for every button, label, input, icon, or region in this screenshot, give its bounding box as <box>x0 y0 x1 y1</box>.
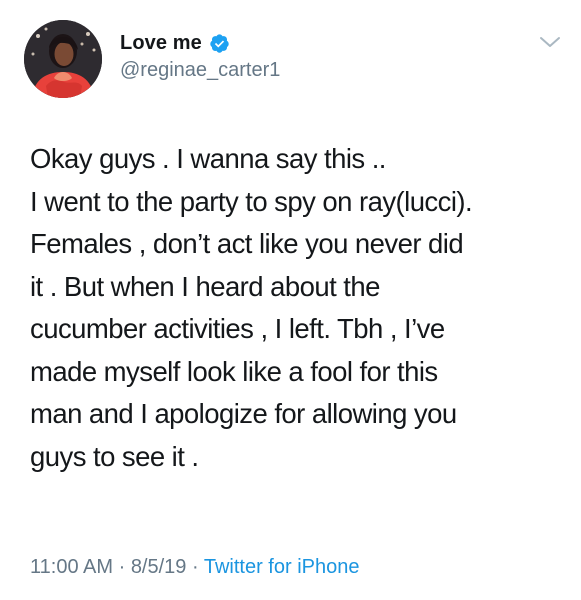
avatar-image <box>24 20 102 98</box>
author-handle[interactable]: @reginae_carter1 <box>120 59 280 82</box>
tweet-text: Okay guys . I wanna say this .. I went t… <box>30 138 570 478</box>
tweet-text-line: guys to see it . <box>30 440 199 472</box>
verified-badge-icon <box>210 33 229 53</box>
tweet-source-link[interactable]: Twitter for iPhone <box>204 556 360 578</box>
tweet-text-line: made myself look like a fool for this <box>30 355 438 387</box>
display-name[interactable]: Love me <box>120 32 202 55</box>
meta-separator: · <box>186 556 204 578</box>
meta-separator: · <box>113 556 131 578</box>
tweet-date[interactable]: 8/5/19 <box>131 556 187 578</box>
tweet-text-line: Okay guys . I wanna say this .. <box>30 143 386 174</box>
tweet-time[interactable]: 11:00 AM <box>30 556 113 578</box>
tweet-card: Love me @reginae_carter1 Okay guys . I w… <box>0 0 581 600</box>
author-name-row: Love me <box>120 30 230 56</box>
tweet-meta: 11:00 AM · 8/5/19 · Twitter for iPhone <box>30 556 359 579</box>
tweet-text-line: cucumber activities , I left. Tbh , I’ve <box>30 313 445 344</box>
tweet-text-line: man and I apologize for allowing you <box>30 398 457 429</box>
tweet-text-line: it . But when I heard about the <box>30 270 380 302</box>
avatar[interactable] <box>24 20 102 98</box>
chevron-down-icon[interactable] <box>539 34 561 50</box>
tweet-text-line: Females , don’t act like you never did <box>30 228 464 259</box>
tweet-text-line: I went to the party to spy on ray(lucci)… <box>30 185 473 217</box>
